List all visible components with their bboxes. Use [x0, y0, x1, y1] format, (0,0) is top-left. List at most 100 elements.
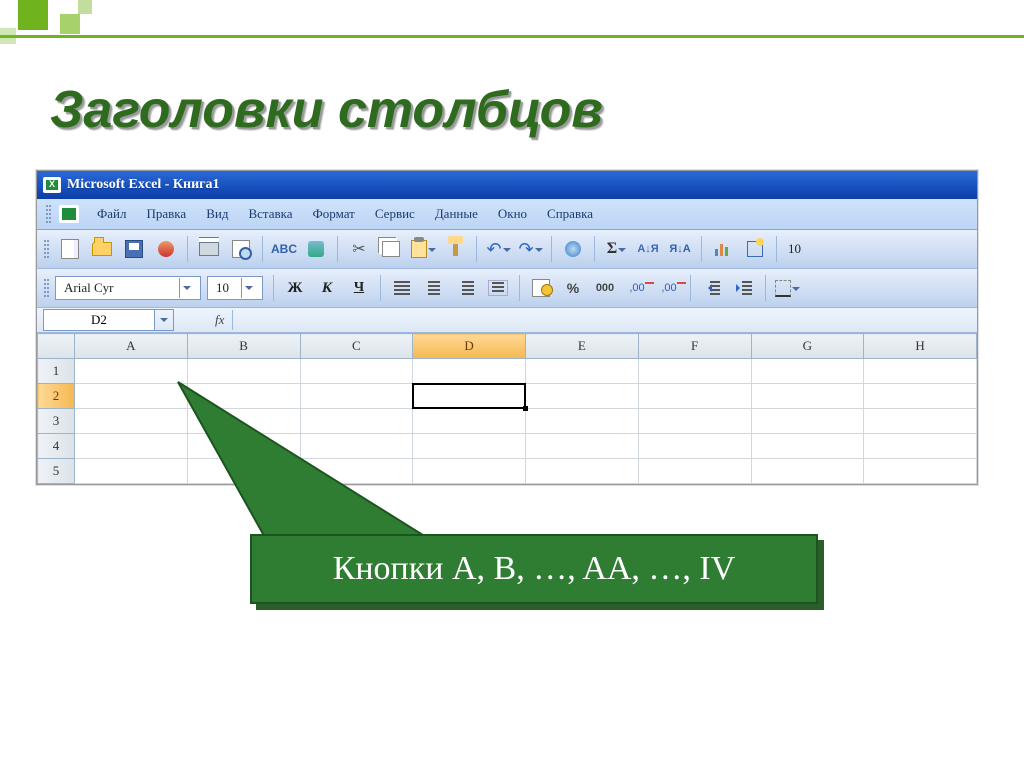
chart-button[interactable]	[708, 234, 738, 264]
decrease-decimal-button[interactable]: ,00	[654, 273, 684, 303]
dropdown-arrow-icon[interactable]	[179, 278, 194, 298]
column-header-H[interactable]: H	[864, 334, 977, 359]
cell-B3[interactable]	[187, 409, 300, 434]
increase-indent-button[interactable]	[729, 273, 759, 303]
toolbar-grip[interactable]	[45, 201, 51, 227]
menu-file[interactable]: Файл	[89, 202, 135, 226]
column-header-E[interactable]: E	[526, 334, 639, 359]
permission-button[interactable]	[151, 234, 181, 264]
sort-desc-button[interactable]: Я↓А	[665, 234, 695, 264]
cell-B2[interactable]	[187, 384, 300, 409]
drawing-button[interactable]	[740, 234, 770, 264]
cell-G5[interactable]	[751, 459, 864, 484]
cell-D3[interactable]	[413, 409, 526, 434]
toolbar-grip[interactable]	[43, 275, 49, 301]
cell-A3[interactable]	[75, 409, 188, 434]
cell-G3[interactable]	[751, 409, 864, 434]
cell-A2[interactable]	[75, 384, 188, 409]
cell-D4[interactable]	[413, 434, 526, 459]
column-header-D[interactable]: D	[413, 334, 526, 359]
cell-E2[interactable]	[526, 384, 639, 409]
print-preview-button[interactable]	[226, 234, 256, 264]
copy-button[interactable]	[376, 234, 406, 264]
cell-F5[interactable]	[638, 459, 751, 484]
column-header-C[interactable]: C	[300, 334, 413, 359]
hyperlink-button[interactable]	[558, 234, 588, 264]
merge-center-button[interactable]	[483, 273, 513, 303]
thousands-button[interactable]: 000	[590, 273, 620, 303]
cell-H4[interactable]	[864, 434, 977, 459]
fill-handle[interactable]	[523, 406, 528, 411]
align-right-button[interactable]	[451, 273, 481, 303]
new-button[interactable]	[55, 234, 85, 264]
menu-help[interactable]: Справка	[539, 202, 601, 226]
increase-decimal-button[interactable]: ,00	[622, 273, 652, 303]
cell-F1[interactable]	[638, 359, 751, 384]
redo-button[interactable]: ↷	[515, 234, 545, 264]
menu-format[interactable]: Формат	[305, 202, 363, 226]
cell-C5[interactable]	[300, 459, 413, 484]
menu-data[interactable]: Данные	[427, 202, 486, 226]
menu-insert[interactable]: Вставка	[240, 202, 300, 226]
cell-F4[interactable]	[638, 434, 751, 459]
toolbar-grip[interactable]	[43, 236, 49, 262]
underline-button[interactable]: Ч	[344, 273, 374, 303]
row-header-1[interactable]: 1	[38, 359, 75, 384]
cell-A1[interactable]	[75, 359, 188, 384]
paste-button[interactable]	[408, 234, 438, 264]
formula-input[interactable]	[232, 310, 977, 330]
cell-H1[interactable]	[864, 359, 977, 384]
column-header-B[interactable]: B	[187, 334, 300, 359]
cell-E1[interactable]	[526, 359, 639, 384]
sort-asc-button[interactable]: А↓Я	[633, 234, 663, 264]
zoom-value[interactable]: 10	[783, 241, 801, 257]
currency-button[interactable]	[526, 273, 556, 303]
cell-A5[interactable]	[75, 459, 188, 484]
bold-button[interactable]: Ж	[280, 273, 310, 303]
format-painter-button[interactable]	[440, 234, 470, 264]
column-header-G[interactable]: G	[751, 334, 864, 359]
name-box-arrow-icon[interactable]	[155, 309, 174, 331]
open-button[interactable]	[87, 234, 117, 264]
menu-tools[interactable]: Сервис	[367, 202, 423, 226]
fx-label[interactable]: fx	[215, 312, 224, 328]
cell-B1[interactable]	[187, 359, 300, 384]
cell-C2[interactable]	[300, 384, 413, 409]
excel-app-icon[interactable]	[59, 205, 79, 223]
cell-E4[interactable]	[526, 434, 639, 459]
cell-C1[interactable]	[300, 359, 413, 384]
save-button[interactable]	[119, 234, 149, 264]
cell-C4[interactable]	[300, 434, 413, 459]
row-header-2[interactable]: 2	[38, 384, 75, 409]
undo-button[interactable]: ↶	[483, 234, 513, 264]
select-all-corner[interactable]	[38, 334, 75, 359]
cell-G1[interactable]	[751, 359, 864, 384]
borders-button[interactable]	[772, 273, 802, 303]
font-size-combo[interactable]: 10	[207, 276, 263, 300]
cell-D2[interactable]	[413, 384, 526, 409]
print-button[interactable]	[194, 234, 224, 264]
row-header-5[interactable]: 5	[38, 459, 75, 484]
cell-H3[interactable]	[864, 409, 977, 434]
align-left-button[interactable]	[387, 273, 417, 303]
cell-A4[interactable]	[75, 434, 188, 459]
cell-G2[interactable]	[751, 384, 864, 409]
cell-D1[interactable]	[413, 359, 526, 384]
italic-button[interactable]: К	[312, 273, 342, 303]
cut-button[interactable]: ✂	[344, 234, 374, 264]
cell-C3[interactable]	[300, 409, 413, 434]
row-header-4[interactable]: 4	[38, 434, 75, 459]
cell-F2[interactable]	[638, 384, 751, 409]
percent-button[interactable]: %	[558, 273, 588, 303]
autosum-button[interactable]: Σ	[601, 234, 631, 264]
decrease-indent-button[interactable]	[697, 273, 727, 303]
spellcheck-button[interactable]: ABC	[269, 234, 299, 264]
cell-H5[interactable]	[864, 459, 977, 484]
row-header-3[interactable]: 3	[38, 409, 75, 434]
cell-B5[interactable]	[187, 459, 300, 484]
cell-D5[interactable]	[413, 459, 526, 484]
column-header-F[interactable]: F	[638, 334, 751, 359]
dropdown-arrow-icon[interactable]	[241, 278, 256, 298]
menu-window[interactable]: Окно	[490, 202, 535, 226]
font-name-combo[interactable]: Arial Cyr	[55, 276, 201, 300]
